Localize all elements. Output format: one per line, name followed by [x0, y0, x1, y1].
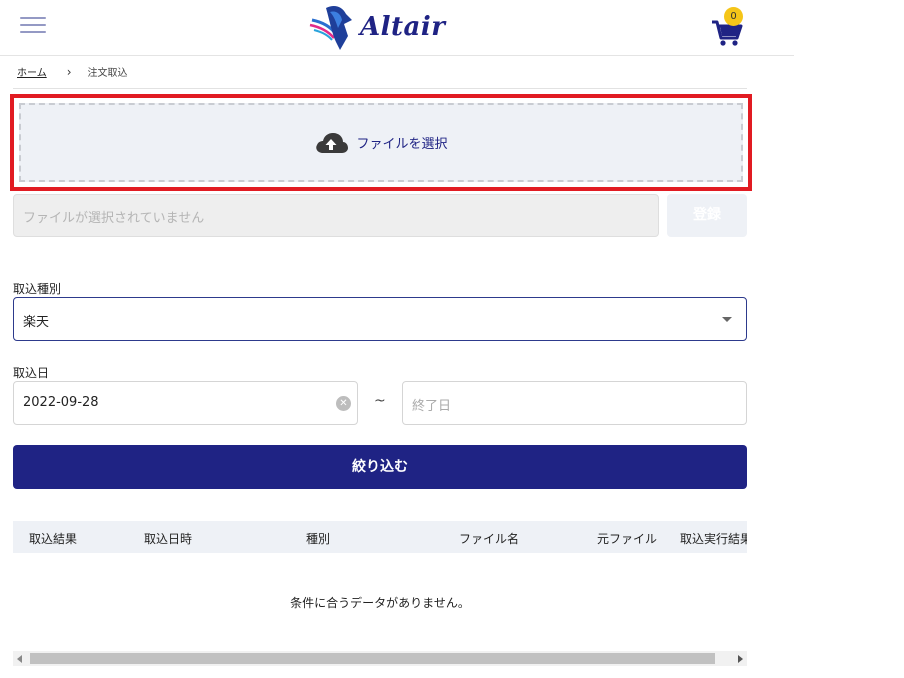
import-date-label: 取込日 — [13, 366, 50, 380]
column-header-type: 種別 — [306, 532, 331, 546]
chevron-right-icon: › — [66, 64, 72, 79]
register-button[interactable]: 登録 — [667, 194, 747, 237]
import-type-label: 取込種別 — [13, 282, 62, 296]
menu-icon[interactable] — [20, 17, 46, 37]
bird-icon — [309, 6, 352, 50]
column-header-result: 取込結果 — [29, 532, 78, 546]
empty-results-message: 条件に合うデータがありません。 — [290, 596, 470, 610]
divider — [13, 88, 747, 89]
app-window: Altair 0 ホーム › 注文取込 ファイルを選択 ファイルが選択されていま… — [0, 0, 794, 678]
brand-logo[interactable]: Altair — [308, 2, 458, 54]
breadcrumb-current: 注文取込 — [87, 68, 128, 79]
breadcrumb-home-link[interactable]: ホーム — [17, 64, 47, 79]
clear-icon[interactable]: ✕ — [336, 396, 351, 411]
dropdown-arrow-icon — [722, 317, 732, 322]
scroll-right-icon[interactable] — [738, 655, 743, 663]
column-header-filename: ファイル名 — [459, 532, 520, 546]
scroll-left-icon[interactable] — [17, 655, 22, 663]
cloud-upload-icon — [316, 132, 349, 153]
header: Altair 0 — [0, 0, 794, 56]
file-select-label: ファイルを選択 — [356, 137, 448, 152]
import-type-select[interactable]: 楽天 — [13, 297, 747, 341]
scrollbar-thumb[interactable] — [30, 653, 715, 664]
column-header-run-result: 取込実行結果 — [680, 532, 747, 546]
end-date-input[interactable]: 終了日 — [402, 381, 747, 425]
date-range-separator: ~ — [374, 393, 386, 409]
breadcrumb: ホーム › 注文取込 — [17, 64, 128, 80]
start-date-value: 2022-09-28 — [23, 395, 99, 410]
horizontal-scrollbar[interactable] — [13, 651, 747, 666]
brand-name: Altair — [360, 12, 446, 42]
import-type-value: 楽天 — [23, 315, 50, 330]
file-select-dropzone[interactable]: ファイルを選択 — [19, 103, 743, 182]
column-header-datetime: 取込日時 — [144, 532, 193, 546]
selected-file-field: ファイルが選択されていません — [13, 194, 659, 237]
start-date-input[interactable]: 2022-09-28 ✕ — [13, 381, 358, 425]
filter-button[interactable]: 絞り込む — [13, 445, 747, 489]
cart-count-badge: 0 — [724, 7, 743, 26]
results-table-header: 取込結果 取込日時 種別 ファイル名 元ファイル 取込実行結果 — [13, 521, 747, 553]
upload-highlight-frame: ファイルを選択 — [10, 94, 752, 191]
column-header-source-file: 元ファイル — [597, 532, 658, 546]
